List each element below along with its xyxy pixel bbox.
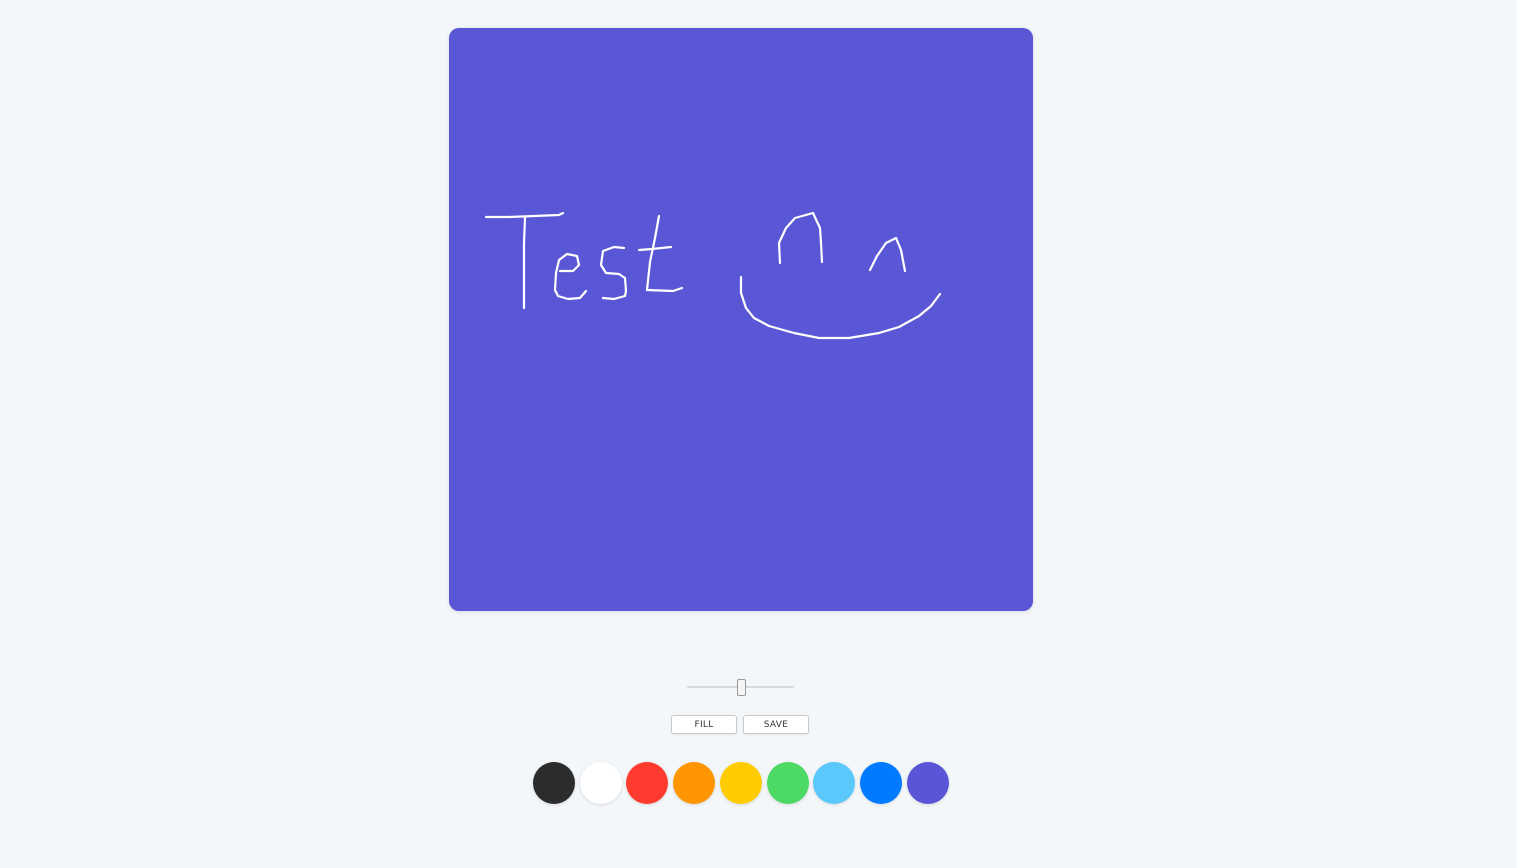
stroke-smile <box>739 275 942 340</box>
color-swatch-white[interactable] <box>579 762 622 804</box>
color-swatch-light-blue[interactable] <box>813 762 856 804</box>
stroke-right-eye <box>868 236 907 273</box>
color-swatch-indigo[interactable] <box>906 762 949 804</box>
color-swatch-yellow[interactable] <box>719 762 762 804</box>
drawing-canvas[interactable] <box>449 28 1033 611</box>
save-button[interactable]: SAVE <box>743 715 809 734</box>
stroke-t2-bar <box>637 245 673 252</box>
slider-thumb[interactable] <box>736 679 746 696</box>
color-swatch-orange[interactable] <box>673 762 716 804</box>
stroke-s <box>599 245 628 301</box>
stroke-t-top <box>484 211 565 219</box>
stroke-t-stem <box>522 216 527 310</box>
brush-size-slider[interactable] <box>687 677 794 697</box>
stroke-t2-stem <box>645 214 684 293</box>
stroke-e <box>553 252 588 301</box>
drawing-strokes <box>484 211 942 340</box>
color-swatch-green[interactable] <box>766 762 809 804</box>
color-swatch-red[interactable] <box>626 762 669 804</box>
stroke-left-eye <box>777 211 824 265</box>
color-swatch-blue[interactable] <box>859 762 902 804</box>
fill-button[interactable]: FILL <box>671 715 737 734</box>
color-swatch-black[interactable] <box>533 762 575 804</box>
